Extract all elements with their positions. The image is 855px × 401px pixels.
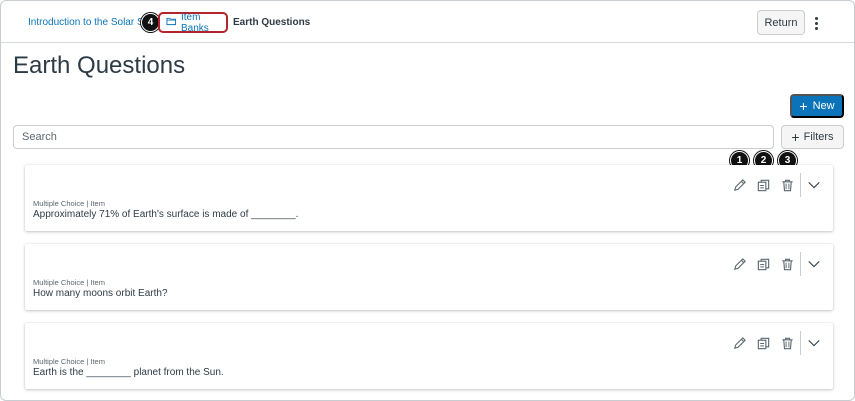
edit-icon[interactable] xyxy=(730,334,748,352)
filters-button[interactable]: + Filters xyxy=(781,125,844,149)
item-type: Multiple Choice | Item xyxy=(33,199,105,208)
new-button[interactable]: + New xyxy=(790,94,844,118)
edit-icon[interactable] xyxy=(730,176,748,194)
divider xyxy=(800,331,801,355)
chevron-down-icon[interactable] xyxy=(805,334,823,352)
search-input[interactable] xyxy=(13,125,774,149)
item-question: Earth is the ________ planet from the Su… xyxy=(33,367,224,378)
edit-icon[interactable] xyxy=(730,255,748,273)
item-card: Multiple Choice | Item Earth is the ____… xyxy=(25,323,833,389)
delete-icon[interactable] xyxy=(778,176,796,194)
breadcrumb-item-banks-label: Item Banks xyxy=(181,11,209,34)
return-button[interactable]: Return xyxy=(757,10,805,35)
item-question: How many moons orbit Earth? xyxy=(33,288,168,299)
new-button-label: New xyxy=(812,100,835,112)
item-banks-icon xyxy=(166,16,177,29)
breadcrumb-item-banks-link[interactable]: Item Banks xyxy=(158,11,228,34)
item-card: Multiple Choice | Item How many moons or… xyxy=(25,244,833,310)
divider xyxy=(800,173,801,197)
page-title: Earth Questions xyxy=(13,52,186,79)
item-type: Multiple Choice | Item xyxy=(33,278,105,287)
filters-button-label: Filters xyxy=(803,131,834,143)
breadcrumb-course-link[interactable]: Introduction to the Solar System xyxy=(28,17,144,28)
breadcrumb-current: Earth Questions xyxy=(233,17,311,28)
delete-icon[interactable] xyxy=(778,334,796,352)
copy-icon[interactable] xyxy=(754,176,772,194)
plus-icon: + xyxy=(799,97,808,114)
more-options-icon[interactable] xyxy=(810,13,822,33)
item-card: Multiple Choice | Item Approximately 71%… xyxy=(25,165,833,231)
copy-icon[interactable] xyxy=(754,255,772,273)
copy-icon[interactable] xyxy=(754,334,772,352)
chevron-down-icon[interactable] xyxy=(805,255,823,273)
chevron-down-icon[interactable] xyxy=(805,176,823,194)
breadcrumb-bar: Introduction to the Solar System 4 Item … xyxy=(1,1,854,43)
app-frame: Introduction to the Solar System 4 Item … xyxy=(0,0,855,401)
divider xyxy=(800,252,801,276)
delete-icon[interactable] xyxy=(778,255,796,273)
item-question: Approximately 71% of Earth's surface is … xyxy=(33,209,299,220)
item-type: Multiple Choice | Item xyxy=(33,357,105,366)
plus-icon: + xyxy=(791,129,800,145)
